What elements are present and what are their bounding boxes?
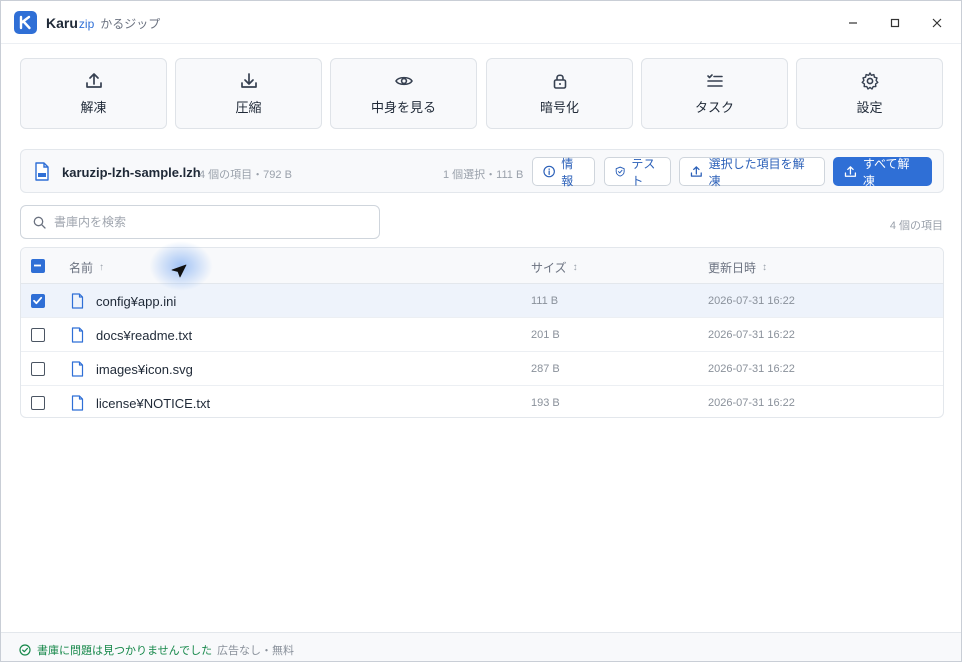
view-contents-button[interactable]: 中身を見る: [330, 58, 477, 129]
encrypt-button-label: 暗号化: [539, 100, 579, 115]
encrypt-button[interactable]: 暗号化: [486, 58, 633, 129]
upload-icon: [690, 166, 702, 177]
title-bar: Karu zip かるジップ: [1, 1, 961, 44]
status-bar: 書庫に問題は見つかりませんでした · 広告なし・無料: [1, 632, 961, 661]
file-icon: [71, 327, 84, 343]
extract-all-button[interactable]: すべて解凍: [833, 156, 932, 188]
minimize-icon: [849, 22, 857, 24]
file-name: license¥NOTICE.txt: [96, 396, 211, 411]
selection-info: 1 個選択・111 B: [443, 169, 524, 181]
sort-asc-icon: ↑: [99, 262, 105, 273]
archive-file-icon: [35, 162, 49, 181]
file-name: images¥icon.svg: [96, 362, 193, 377]
settings-button[interactable]: 設定: [796, 58, 943, 129]
column-header-date[interactable]: 更新日時 ↕: [708, 259, 767, 276]
table-row[interactable]: license¥NOTICE.txt 193 B 2026-07-31 16:2…: [21, 386, 943, 417]
file-date: 2026-07-31 16:22: [708, 295, 795, 307]
extract-selected-label: 選択した項目を解凍: [708, 156, 805, 188]
maximize-button[interactable]: [885, 13, 905, 33]
column-header-name-label: 名前: [69, 261, 94, 275]
file-date: 2026-07-31 16:22: [708, 363, 795, 375]
extract-button-label: 解凍: [80, 100, 107, 115]
close-button[interactable]: [927, 13, 947, 33]
view-contents-button-label: 中身を見る: [370, 100, 436, 115]
column-header-size-label: サイズ: [531, 261, 567, 275]
search-input[interactable]: [54, 215, 354, 229]
gear-icon: [861, 72, 878, 90]
download-icon: [240, 73, 257, 88]
app-logo-icon: [14, 11, 37, 34]
maximize-icon: [890, 18, 900, 28]
row-checkbox[interactable]: [31, 396, 45, 410]
table-row[interactable]: docs¥readme.txt 201 B 2026-07-31 16:22: [21, 318, 943, 352]
app-brand: Karu: [46, 15, 78, 31]
archive-name: karuzip-lzh-sample.lzh: [62, 165, 201, 180]
close-icon: [932, 18, 942, 28]
app-brand-suffix: zip: [78, 17, 95, 31]
column-header-name[interactable]: 名前 ↑: [69, 259, 104, 276]
app-window: Karu zip かるジップ 解凍 圧縮 中身を見る 暗号化 タスク 設定 ka…: [0, 0, 962, 662]
archive-meta: 4 個の項目・792 B: [199, 169, 292, 181]
column-header-size[interactable]: サイズ ↕: [531, 259, 578, 276]
file-name: docs¥readme.txt: [96, 328, 193, 343]
info-icon: [543, 165, 555, 178]
file-date: 2026-07-31 16:22: [708, 397, 795, 409]
file-icon: [71, 361, 84, 377]
app-title: Karu zip かるジップ: [46, 15, 160, 32]
app-subtitle: かるジップ: [100, 17, 161, 31]
row-checkbox[interactable]: [31, 328, 45, 342]
table-row[interactable]: images¥icon.svg 287 B 2026-07-31 16:22: [21, 352, 943, 386]
upload-icon: [844, 166, 857, 177]
row-checkbox[interactable]: [31, 362, 45, 376]
sort-icon: ↕: [572, 262, 578, 273]
status-separator: ·: [205, 642, 209, 654]
upload-icon: [85, 73, 102, 88]
eye-icon: [394, 76, 413, 86]
task-list-icon: [706, 74, 723, 87]
main-toolbar: 解凍 圧縮 中身を見る 暗号化 タスク 設定: [20, 58, 944, 129]
file-size: 111 B: [531, 295, 559, 307]
extract-selected-button[interactable]: 選択した項目を解凍: [679, 156, 825, 188]
minus-icon: [34, 264, 41, 267]
check-circle-icon: [19, 644, 31, 656]
sort-icon: ↕: [762, 262, 768, 273]
lock-icon: [553, 74, 566, 89]
table-row[interactable]: config¥app.ini 111 B 2026-07-31 16:22: [21, 284, 943, 318]
column-header-date-label: 更新日時: [708, 261, 757, 275]
archive-info-bar: karuzip-lzh-sample.lzh 4 個の項目・792 B 1 個選…: [20, 149, 944, 193]
compress-button-label: 圧縮: [235, 100, 262, 115]
file-size: 193 B: [531, 397, 560, 409]
search-icon: [33, 216, 46, 229]
file-name: config¥app.ini: [96, 294, 177, 309]
status-ok: 書庫に問題は見つかりませんでした: [19, 642, 212, 658]
file-icon: [71, 395, 84, 411]
extract-button[interactable]: 解凍: [20, 58, 167, 129]
search-box[interactable]: [20, 205, 380, 239]
row-checkbox[interactable]: [31, 294, 45, 308]
status-free-text: 広告なし・無料: [217, 645, 294, 657]
info-button-label: 情報: [561, 156, 574, 188]
tasks-button[interactable]: タスク: [641, 58, 788, 129]
item-count: 4 個の項目: [889, 220, 943, 232]
file-date: 2026-07-31 16:22: [708, 329, 795, 341]
test-button-label: テスト: [631, 156, 656, 188]
info-button[interactable]: 情報: [532, 156, 595, 188]
file-size: 201 B: [531, 329, 560, 341]
file-icon: [71, 293, 84, 309]
file-size: 287 B: [531, 363, 560, 375]
select-all-checkbox[interactable]: [31, 259, 45, 273]
tasks-button-label: タスク: [694, 100, 734, 115]
mouse-cursor-icon: [171, 264, 187, 278]
status-ok-text: 書庫に問題は見つかりませんでした: [37, 645, 213, 657]
check-icon: [33, 296, 43, 305]
test-button[interactable]: テスト: [604, 156, 671, 188]
extract-all-label: すべて解凍: [862, 156, 910, 188]
settings-button-label: 設定: [856, 100, 883, 115]
minimize-button[interactable]: [843, 13, 863, 33]
shield-check-icon: [615, 166, 625, 177]
compress-button[interactable]: 圧縮: [175, 58, 322, 129]
